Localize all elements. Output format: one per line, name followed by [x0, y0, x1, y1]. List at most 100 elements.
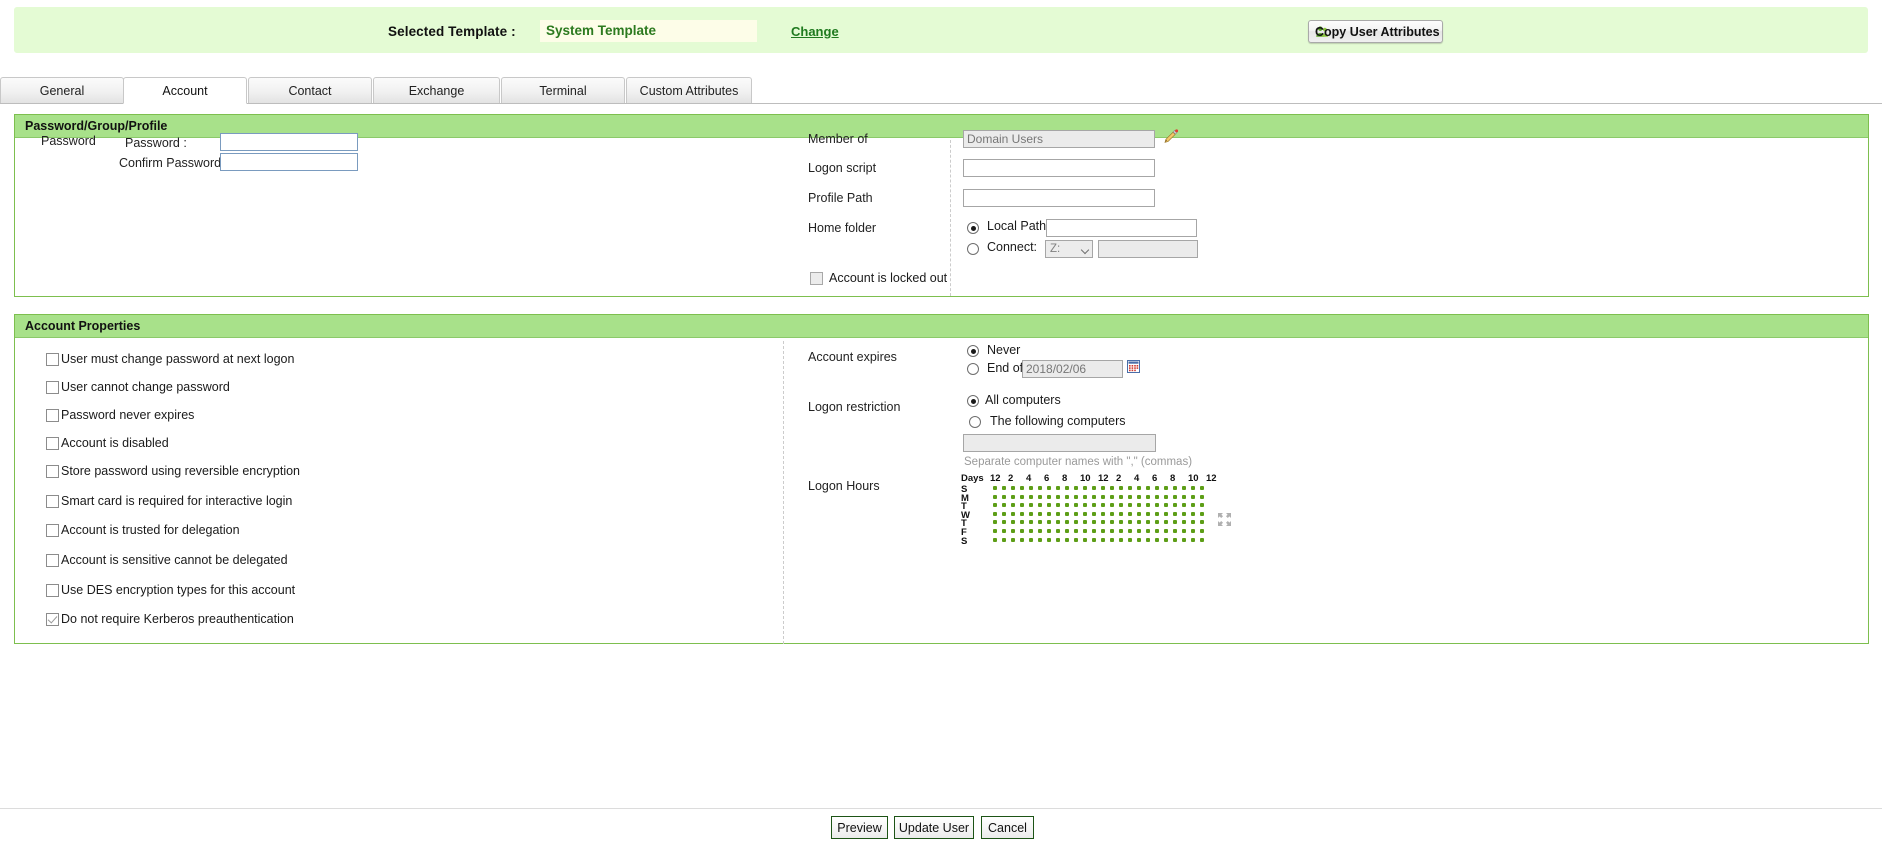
checkbox-use-des-encryption[interactable] [46, 584, 59, 597]
logon-hours-cell[interactable] [1038, 511, 1042, 516]
logon-hours-cell[interactable] [1065, 537, 1069, 542]
logon-hours-cell[interactable] [1029, 520, 1033, 525]
logon-hours-cell[interactable] [1155, 537, 1159, 542]
logon-hours-cell[interactable] [1173, 494, 1177, 499]
logon-hours-cell[interactable] [1200, 494, 1204, 499]
logon-hours-cell[interactable] [1047, 511, 1051, 516]
copy-user-attributes-button[interactable]: Copy User Attributes [1308, 20, 1443, 43]
logon-hours-cell[interactable] [1020, 529, 1024, 533]
checkbox-store-password-reversible-encryption[interactable] [46, 465, 59, 478]
checkbox-account-trusted-for-delegation[interactable] [46, 524, 59, 537]
logon-hours-cell[interactable] [1074, 494, 1078, 499]
logon-hours-cell[interactable] [1155, 494, 1159, 499]
logon-hours-cell[interactable] [1182, 511, 1186, 516]
logon-hours-cell[interactable] [1020, 494, 1024, 499]
account-expires-end-of-radio[interactable] [967, 363, 979, 375]
logon-hours-cell[interactable] [1191, 494, 1195, 499]
logon-hours-cell[interactable] [1056, 511, 1060, 516]
logon-hours-cell[interactable] [1065, 511, 1069, 516]
logon-hours-cell[interactable] [1056, 486, 1060, 490]
logon-hours-cell[interactable] [1002, 511, 1006, 516]
home-folder-local-path-input[interactable] [1046, 219, 1197, 237]
logon-hours-cell[interactable] [1047, 486, 1051, 490]
logon-hours-cell[interactable] [1011, 511, 1015, 516]
home-folder-drive-select[interactable]: Z: [1045, 240, 1093, 258]
logon-hours-cell[interactable] [1110, 503, 1114, 508]
update-user-button[interactable]: Update User [894, 816, 974, 839]
logon-hours-cell[interactable] [1128, 529, 1132, 533]
logon-hours-cell[interactable] [1047, 503, 1051, 508]
logon-hours-cell[interactable] [1128, 494, 1132, 499]
logon-hours-cell[interactable] [1164, 529, 1168, 533]
logon-hours-cell[interactable] [1164, 520, 1168, 525]
logon-hours-cell[interactable] [1029, 537, 1033, 542]
logon-hours-cell[interactable] [1119, 529, 1123, 533]
logon-hours-cell[interactable] [993, 537, 997, 542]
logon-hours-cell[interactable] [1173, 520, 1177, 525]
logon-hours-cell[interactable] [1083, 511, 1087, 516]
logon-hours-cell[interactable] [1119, 494, 1123, 499]
logon-hours-cell[interactable] [1011, 537, 1015, 542]
home-folder-connect-path-input[interactable] [1098, 240, 1198, 258]
logon-hours-cell[interactable] [1164, 511, 1168, 516]
logon-hours-cell[interactable] [1074, 520, 1078, 525]
logon-hours-cell[interactable] [1164, 537, 1168, 542]
preview-button[interactable]: Preview [831, 816, 888, 839]
logon-hours-cell[interactable] [1137, 486, 1141, 490]
logon-hours-cell[interactable] [1119, 486, 1123, 490]
logon-hours-cell[interactable] [1029, 511, 1033, 516]
logon-hours-cell[interactable] [1074, 511, 1078, 516]
logon-hours-cell[interactable] [1182, 520, 1186, 525]
calendar-icon[interactable] [1127, 360, 1140, 373]
logon-hours-cell[interactable] [1164, 494, 1168, 499]
logon-hours-cell[interactable] [1074, 486, 1078, 490]
logon-hours-cell[interactable] [1029, 494, 1033, 499]
logon-hours-cell[interactable] [1155, 520, 1159, 525]
logon-hours-cell[interactable] [1137, 520, 1141, 525]
logon-hours-cell[interactable] [1191, 503, 1195, 508]
logon-hours-cell[interactable] [1146, 529, 1150, 533]
tab-contact[interactable]: Contact [248, 77, 372, 104]
logon-hours-cell[interactable] [1191, 486, 1195, 490]
logon-hours-cell[interactable] [1002, 529, 1006, 533]
logon-hours-cell[interactable] [1020, 503, 1024, 508]
logon-hours-cell[interactable] [1200, 503, 1204, 508]
logon-hours-cell[interactable] [1182, 529, 1186, 533]
logon-hours-cell[interactable] [1155, 486, 1159, 490]
logon-hours-cell[interactable] [1074, 537, 1078, 542]
account-locked-out-checkbox[interactable] [810, 272, 823, 285]
logon-hours-cell[interactable] [1101, 529, 1105, 533]
logon-hours-cell[interactable] [1038, 503, 1042, 508]
account-expires-date-input[interactable] [1022, 360, 1123, 378]
logon-hours-cell[interactable] [1182, 494, 1186, 499]
logon-hours-cell[interactable] [1020, 520, 1024, 525]
logon-hours-cell[interactable] [1128, 520, 1132, 525]
logon-hours-cell[interactable] [1011, 520, 1015, 525]
logon-hours-cell[interactable] [1101, 503, 1105, 508]
logon-hours-cell[interactable] [1110, 511, 1114, 516]
checkbox-user-must-change-password[interactable] [46, 353, 59, 366]
logon-hours-cell[interactable] [1002, 503, 1006, 508]
logon-hours-cell[interactable] [1047, 529, 1051, 533]
cancel-button[interactable]: Cancel [981, 816, 1034, 839]
tab-custom-attributes[interactable]: Custom Attributes [626, 77, 752, 104]
logon-hours-cell[interactable] [1047, 537, 1051, 542]
logon-hours-cell[interactable] [1173, 537, 1177, 542]
logon-hours-cell[interactable] [1092, 494, 1096, 499]
logon-hours-cell[interactable] [1020, 537, 1024, 542]
logon-hours-cell[interactable] [1038, 486, 1042, 490]
logon-script-input[interactable] [963, 159, 1155, 177]
logon-hours-cell[interactable] [1011, 494, 1015, 499]
logon-hours-cell[interactable] [1173, 511, 1177, 516]
logon-hours-cell[interactable] [1137, 503, 1141, 508]
logon-hours-cell[interactable] [1002, 520, 1006, 525]
logon-hours-cell[interactable] [1101, 520, 1105, 525]
logon-hours-cell[interactable] [1200, 486, 1204, 490]
logon-hours-cell[interactable] [1101, 494, 1105, 499]
logon-hours-cell[interactable] [1200, 537, 1204, 542]
logon-hours-cell[interactable] [1065, 520, 1069, 525]
home-folder-local-path-radio[interactable] [967, 222, 979, 234]
logon-hours-cell[interactable] [1110, 486, 1114, 490]
logon-hours-cell[interactable] [1128, 511, 1132, 516]
checkbox-no-kerberos-preauth[interactable] [46, 613, 59, 626]
